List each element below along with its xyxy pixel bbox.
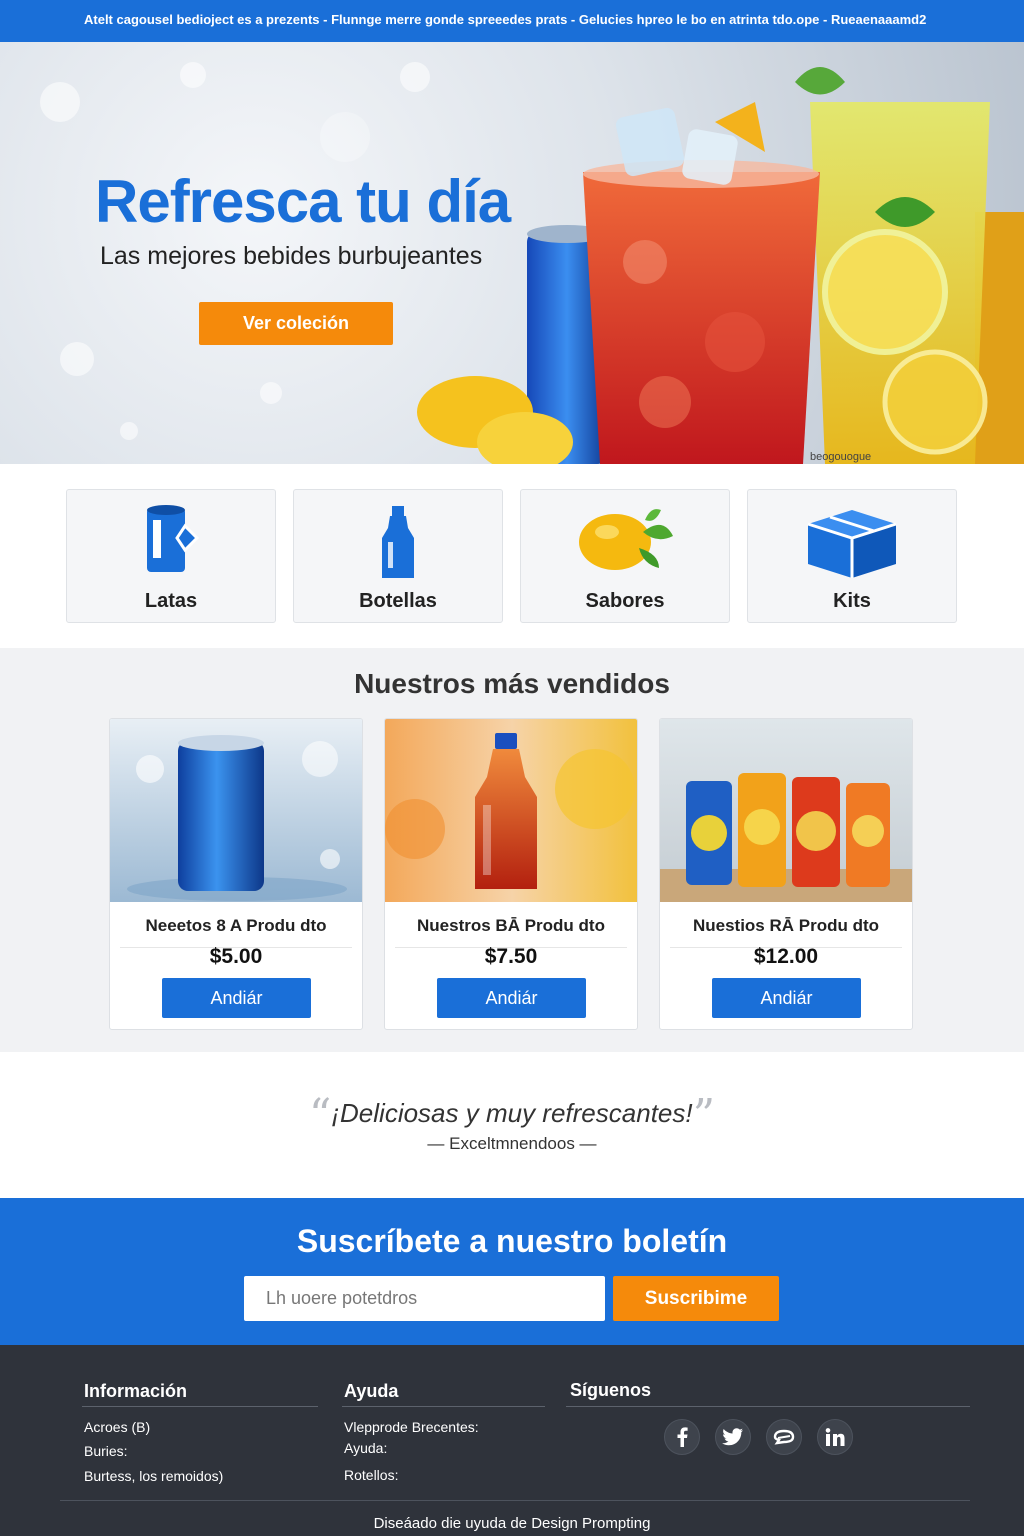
product-price: $12.00	[753, 945, 819, 968]
product-image-cans-set	[660, 719, 912, 902]
product-card: Nuestros BĀ Produ dto $7.50 Andiár	[384, 718, 638, 1030]
divider	[60, 1500, 970, 1501]
hero-title: Refresca tu día	[95, 168, 511, 235]
view-collection-button[interactable]: Ver coleción	[199, 302, 393, 345]
product-image-blue-can	[110, 719, 362, 902]
footer: Información Acroes (B) Buries: Burtess, …	[0, 1345, 1024, 1536]
announcement-bar: Atelt cagousel bedioject es a prezents -…	[0, 0, 1024, 42]
testimonial-author: — Exceltmnendoos —	[427, 1134, 597, 1153]
category-label: Kits	[833, 590, 871, 612]
footer-link[interactable]: Vlepprode Brecentes:	[344, 1419, 479, 1435]
category-label: Latas	[144, 590, 198, 612]
hero-banner: beogouogue Refresca tu día Las mejores b…	[0, 42, 1024, 464]
product-name: Neeetos 8 A Produ dto	[145, 916, 327, 935]
bottle-icon	[382, 506, 414, 578]
footer-link[interactable]: Ayuda:	[344, 1440, 387, 1456]
add-to-cart-button[interactable]: Andiár	[437, 978, 586, 1018]
box-icon	[807, 510, 897, 578]
announcement-text: Atelt cagousel bedioject es a prezents -…	[84, 12, 927, 27]
newsletter-section: Suscríbete a nuestro boletín Suscribime	[0, 1198, 1024, 1345]
hero-watermark: beogouogue	[810, 451, 871, 463]
footer-link[interactable]: Acroes (B)	[84, 1419, 150, 1435]
quote-text: ¡Deliciosas y muy refrescantes!	[331, 1098, 693, 1128]
divider	[342, 1406, 545, 1407]
facebook-icon[interactable]	[664, 1419, 700, 1455]
testimonial-section: “¡Deliciosas y muy refrescantes!” — Exce…	[0, 1052, 1024, 1198]
footer-link[interactable]: Rotellos:	[344, 1467, 398, 1483]
footer-heading-informacion: Información	[84, 1381, 188, 1401]
footer-link[interactable]: Burtess, los remoidos)	[84, 1468, 223, 1484]
category-botellas[interactable]: Botellas	[293, 489, 503, 623]
product-price: $5.00	[209, 945, 263, 968]
footer-link[interactable]: Buries:	[84, 1443, 128, 1459]
category-label: Sabores	[585, 590, 665, 612]
footer-heading-ayuda: Ayuda	[344, 1381, 399, 1401]
category-label: Botellas	[359, 590, 437, 612]
footer-heading-siguenos: Síguenos	[570, 1380, 652, 1400]
product-name: Nuestros BĀ Produ dto	[417, 916, 605, 935]
product-card: Neeetos 8 A Produ dto $5.00 Andiár	[109, 718, 363, 1030]
chat-icon[interactable]	[766, 1419, 802, 1455]
add-to-cart-button[interactable]: Andiár	[712, 978, 861, 1018]
product-image-red-bottle	[385, 719, 637, 902]
product-price: $7.50	[484, 945, 538, 968]
twitter-icon[interactable]	[715, 1419, 751, 1455]
category-section: Latas Botellas Sabores Kits	[0, 464, 1024, 648]
linkedin-icon[interactable]	[817, 1419, 853, 1455]
email-input[interactable]	[244, 1276, 605, 1321]
category-latas[interactable]: Latas	[66, 489, 276, 623]
subscribe-button[interactable]: Suscribime	[613, 1276, 779, 1321]
lemon-icon	[579, 509, 673, 570]
hero-subtitle: Las mejores bebides burbujeantes	[100, 242, 483, 270]
divider	[82, 1406, 318, 1407]
product-card: Nuestios RĀ Produ dto $12.00 Andiár	[659, 718, 913, 1030]
category-kits[interactable]: Kits	[747, 489, 957, 623]
product-name: Nuestios RĀ Produ dto	[692, 916, 880, 935]
section-title: Nuestros más vendidos	[354, 668, 670, 699]
footer-credit: Diseáado die uyuda de Design Prompting	[373, 1515, 651, 1532]
add-to-cart-button[interactable]: Andiár	[162, 978, 311, 1018]
bestsellers-section: Nuestros más vendidos Neeetos 8 A Produ …	[0, 648, 1024, 1052]
category-sabores[interactable]: Sabores	[520, 489, 730, 623]
divider	[566, 1406, 970, 1407]
can-icon	[147, 505, 200, 572]
newsletter-title: Suscríbete a nuestro boletín	[296, 1223, 728, 1259]
drinks-illustration: beogouogue	[417, 67, 1024, 464]
